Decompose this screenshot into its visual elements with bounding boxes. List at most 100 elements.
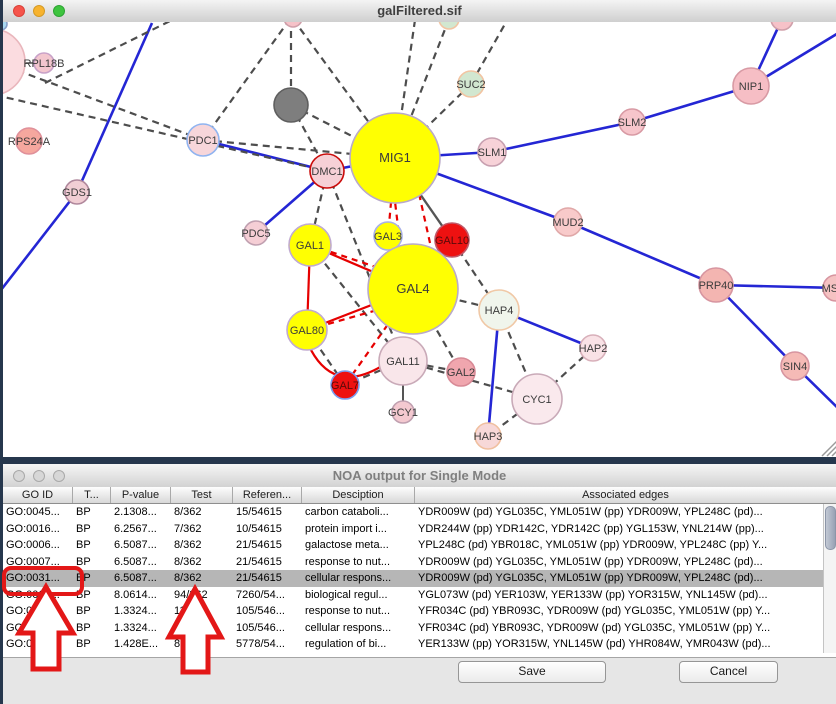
table-row[interactable]: GO:0065...BP8.0614...94/3627260/54...bio… [3, 587, 823, 604]
cell-p_value: 6.5087... [111, 537, 171, 554]
network-node-top-pink-right[interactable] [771, 22, 793, 30]
cell-test: 11/362 [171, 620, 233, 637]
cell-test: 8/362 [171, 537, 233, 554]
cell-edges: YPL248C (pd) YBR018C, YML051W (pp) YDR00… [415, 537, 823, 554]
column-header-t-[interactable]: T... [73, 487, 111, 503]
network-node-top-pink-mid[interactable] [284, 22, 302, 27]
save-button[interactable]: Save [458, 661, 606, 683]
column-header-associated-edges[interactable]: Associated edges [415, 487, 836, 503]
window-title: galFiltered.sif [3, 3, 836, 18]
cell-reference: 21/54615 [233, 537, 302, 554]
table-row[interactable]: GO:0016...BP6.2567...7/36210/54615protei… [3, 521, 823, 538]
cell-description: cellular respons... [302, 620, 415, 637]
network-node-tiny-topleft[interactable] [3, 22, 7, 30]
cell-go_id: GO:0031... [3, 620, 73, 637]
table-header-row: GO IDT...P-valueTestReferen...Desciption… [3, 487, 836, 504]
node-label-GDS1: GDS1 [62, 187, 92, 199]
node-label-HAP2: HAP2 [579, 343, 608, 355]
column-header-desciption[interactable]: Desciption [302, 487, 415, 503]
table-row[interactable]: GO:0006...BP6.5087...8/36221/54615galact… [3, 537, 823, 554]
cell-test: 8/362 [171, 554, 233, 571]
cell-reference: 15/54615 [233, 504, 302, 521]
node-label-DMC1: DMC1 [311, 166, 342, 178]
network-edge[interactable] [3, 192, 77, 290]
cell-description: biological regul... [302, 587, 415, 604]
node-label-NIP1: NIP1 [739, 81, 763, 93]
cell-description: response to nut... [302, 603, 415, 620]
cell-description: regulation of bi... [302, 636, 415, 653]
node-label-GAL3: GAL3 [374, 231, 402, 243]
cell-go_id: GO:0045... [3, 504, 73, 521]
node-label-PDC5: PDC5 [241, 228, 270, 240]
cell-description: protein import i... [302, 521, 415, 538]
vertical-scrollbar[interactable] [823, 504, 836, 653]
node-label-PDC1: PDC1 [188, 135, 217, 147]
network-node-gray-node[interactable] [274, 88, 308, 122]
cell-reference: 5778/54... [233, 636, 302, 653]
table-row[interactable]: GO:0031...BP6.5087...8/36221/54615cellul… [3, 570, 823, 587]
node-label-SUC2: SUC2 [456, 79, 485, 91]
cell-test: 8/362 [171, 504, 233, 521]
cell-reference: 105/546... [233, 603, 302, 620]
node-label-GAL10: GAL10 [435, 235, 469, 247]
network-edge[interactable] [716, 285, 836, 288]
node-label-GAL2: GAL2 [447, 367, 475, 379]
network-canvas[interactable]: RPL18BRPS24AGDS1PDC1DMC1MIG1SUC2SLM1SLM2… [3, 22, 836, 457]
column-header-referen-[interactable]: Referen... [233, 487, 302, 503]
scrollbar-thumb[interactable] [825, 506, 836, 550]
network-edge[interactable] [492, 122, 632, 152]
network-edge[interactable] [203, 22, 290, 140]
cell-test: 8/362 [171, 570, 233, 587]
table-row[interactable]: GO:0045...BP2.1308...8/36215/54615carbon… [3, 504, 823, 521]
cell-description: galactose meta... [302, 537, 415, 554]
table-row[interactable]: GO:0031...BP1.3324...11/362105/546...res… [3, 603, 823, 620]
node-label-GAL1: GAL1 [296, 240, 324, 252]
node-label-HAP4: HAP4 [485, 305, 514, 317]
cell-edges: YGL073W (pd) YER103W, YER133W (pp) YOR31… [415, 587, 823, 604]
table-row[interactable]: GO:0050...BP1.428E...80/3625778/54...reg… [3, 636, 823, 653]
node-label-RPS24A: RPS24A [8, 136, 51, 148]
cell-type: BP [73, 603, 111, 620]
cancel-button[interactable]: Cancel [679, 661, 778, 683]
network-edge[interactable] [568, 222, 716, 285]
cell-type: BP [73, 504, 111, 521]
column-header-go-id[interactable]: GO ID [3, 487, 73, 503]
network-window-titlebar[interactable]: galFiltered.sif [3, 0, 836, 23]
cell-test: 11/362 [171, 603, 233, 620]
cell-p_value: 6.2567... [111, 521, 171, 538]
cell-edges: YFR034C (pd) YBR093C, YDR009W (pd) YGL03… [415, 603, 823, 620]
cell-reference: 7260/54... [233, 587, 302, 604]
column-header-test[interactable]: Test [171, 487, 233, 503]
node-label-SLM1: SLM1 [478, 147, 507, 159]
cell-p_value: 2.1308... [111, 504, 171, 521]
table-row[interactable]: GO:0031...BP1.3324...11/362105/546...cel… [3, 620, 823, 637]
cell-p_value: 8.0614... [111, 587, 171, 604]
node-label-HAP3: HAP3 [474, 431, 503, 443]
node-label-GAL7: GAL7 [331, 380, 359, 392]
cell-p_value: 1.3324... [111, 620, 171, 637]
window-title: NOA output for Single Mode [3, 468, 836, 483]
table-row[interactable]: GO:0007...BP6.5087...8/36221/54615respon… [3, 554, 823, 571]
node-label-MIG1: MIG1 [379, 150, 411, 165]
noa-window-titlebar[interactable]: NOA output for Single Mode [3, 464, 836, 488]
cell-go_id: GO:0016... [3, 521, 73, 538]
network-node-big-left[interactable] [3, 29, 25, 95]
node-label-GAL11: GAL11 [386, 356, 419, 368]
cell-description: carbon cataboli... [302, 504, 415, 521]
cell-description: response to nut... [302, 554, 415, 571]
cell-type: BP [73, 636, 111, 653]
network-edge[interactable] [203, 140, 327, 171]
cell-go_id: GO:0006... [3, 537, 73, 554]
column-header-p-value[interactable]: P-value [111, 487, 171, 503]
network-edge[interactable] [832, 451, 836, 456]
cell-reference: 21/54615 [233, 570, 302, 587]
cell-p_value: 6.5087... [111, 570, 171, 587]
button-bar: Save Cancel [3, 657, 836, 704]
annotation-highlight-box [2, 566, 84, 596]
node-label-GCY1: GCY1 [388, 407, 418, 419]
network-node-top-green[interactable] [439, 22, 459, 29]
noa-output-window: NOA output for Single Mode GO IDT...P-va… [3, 464, 836, 704]
cell-edges: YDR009W (pd) YGL035C, YML051W (pp) YDR00… [415, 504, 823, 521]
network-edge[interactable] [45, 22, 170, 83]
node-label-PRP40: PRP40 [699, 280, 734, 292]
